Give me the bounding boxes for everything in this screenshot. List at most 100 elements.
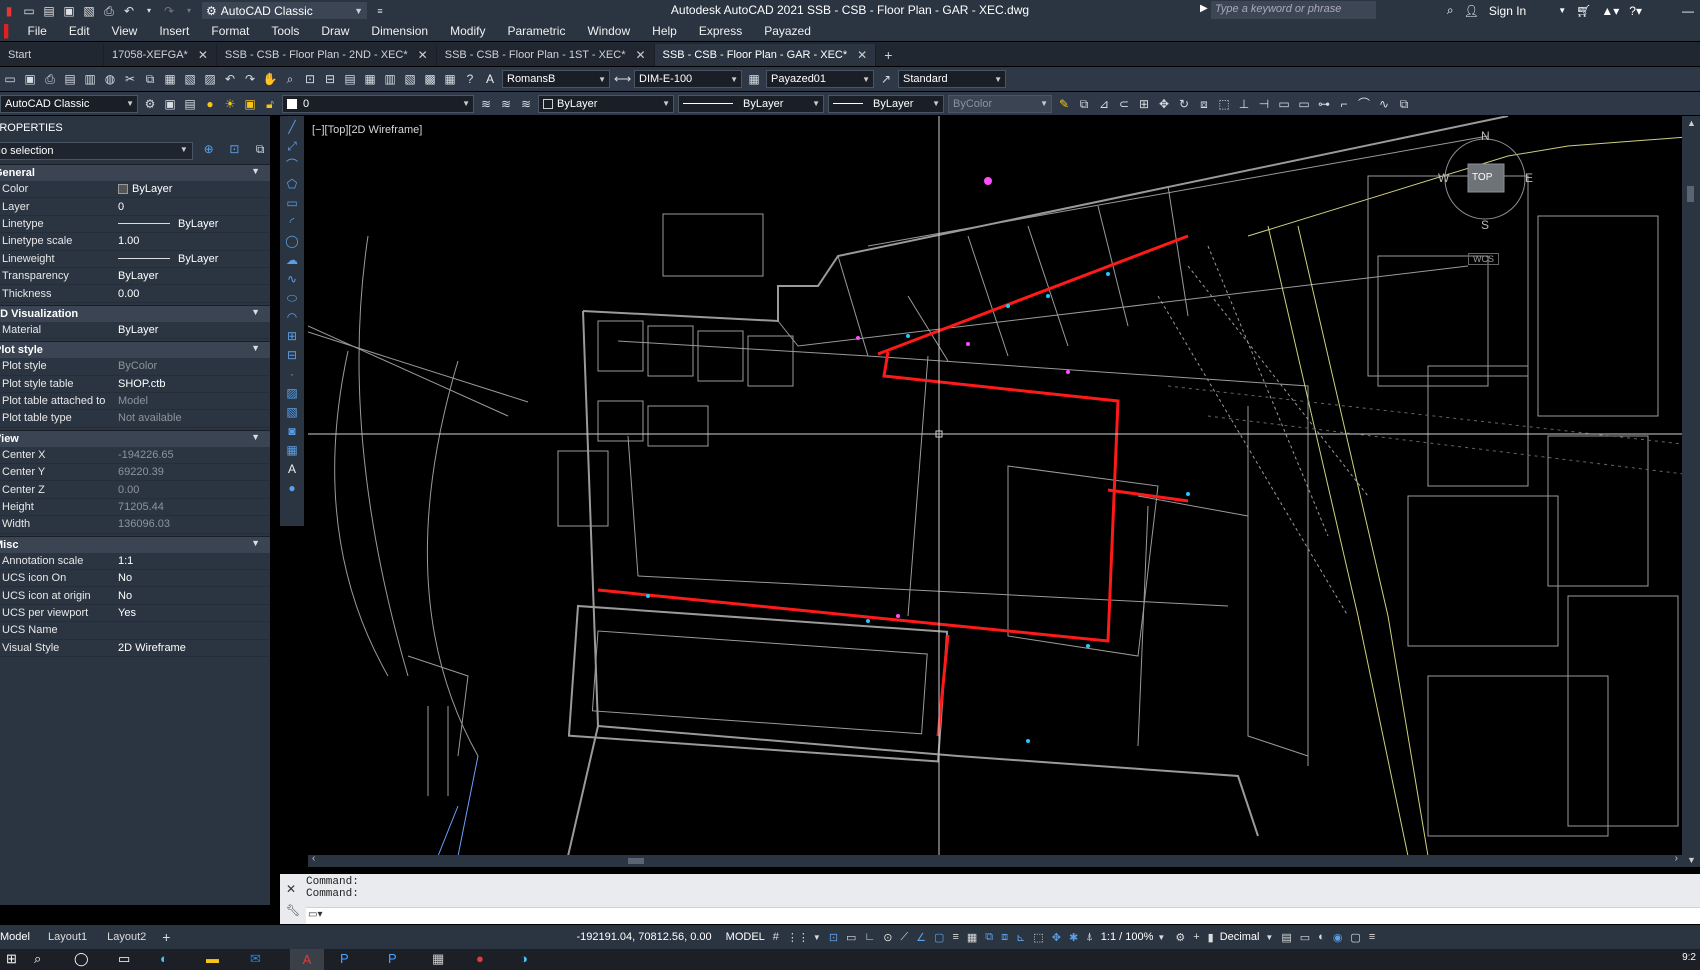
rectangle-icon[interactable]: ▭ — [284, 195, 300, 211]
property-value[interactable]: 0.00 — [118, 288, 270, 300]
viewport-controls[interactable]: [−][Top][2D Wireframe] — [312, 124, 422, 136]
match-properties-icon[interactable]: ▧ — [182, 71, 198, 87]
tab-gar[interactable]: SSB - CSB - Floor Plan - GAR - XEC* ✕ — [654, 44, 877, 66]
drawing-canvas[interactable]: TOP N S E W WCS — [308, 116, 1700, 856]
mtext-icon[interactable]: A — [284, 461, 300, 477]
minimize-icon[interactable]: — — [1682, 4, 1694, 18]
dim-style-select[interactable]: DIM-E-100 ▼ — [634, 70, 742, 88]
scroll-thumb[interactable] — [1687, 186, 1694, 202]
menu-insert[interactable]: Insert — [148, 24, 200, 38]
close-icon[interactable]: ✕ — [418, 48, 428, 62]
search-icon[interactable]: ⌕ — [1447, 3, 1454, 18]
menu-tools[interactable]: Tools — [260, 24, 310, 38]
menu-format[interactable]: Format — [200, 24, 260, 38]
plotstyle-select[interactable]: ByColor ▼ — [948, 94, 1052, 113]
offset-icon[interactable]: ⊂ — [1116, 96, 1132, 112]
viewcube-top[interactable]: TOP — [1472, 172, 1492, 183]
chevron-down-icon[interactable]: ▼ — [1157, 933, 1165, 942]
property-row[interactable]: Visual Style 2D Wireframe — [0, 640, 270, 657]
new-tab-button[interactable]: + — [876, 44, 900, 66]
section-header-3d-visualization[interactable]: 3D Visualization ▼ — [0, 304, 270, 322]
project-icon[interactable]: P — [388, 951, 397, 966]
customization-icon[interactable]: ≡ — [1369, 931, 1375, 943]
scroll-thumb[interactable] — [628, 858, 644, 864]
gear-icon[interactable]: ⚙ — [142, 96, 158, 112]
insert-block-icon[interactable]: ⊞ — [284, 328, 300, 344]
lineweight-icon[interactable]: ≡ — [952, 931, 958, 943]
workspace-select-2[interactable]: AutoCAD Classic ▼ — [0, 94, 138, 113]
move-icon[interactable]: ✥ — [1156, 96, 1172, 112]
save-icon[interactable]: ▣ — [62, 4, 76, 18]
workspace-settings-icon[interactable]: ▣ — [162, 96, 178, 112]
toggle-pickadd-icon[interactable]: ⊕ — [201, 141, 217, 157]
property-row[interactable]: Center Y 69220.39 — [0, 464, 270, 482]
help-icon[interactable]: ?▾ — [1629, 4, 1642, 18]
property-row[interactable]: Material ByLayer — [0, 322, 270, 340]
select-objects-icon[interactable]: ⊡ — [227, 141, 243, 157]
zoom-realtime-icon[interactable]: ⌕ — [282, 71, 298, 87]
save-icon[interactable]: ▣ — [22, 71, 38, 87]
tab-layout1[interactable]: Layout1 — [38, 931, 97, 943]
save-as-icon[interactable]: ▧ — [82, 4, 96, 18]
layer-lock-icon[interactable]: 🔓︎ — [262, 96, 278, 112]
hatch-icon[interactable]: ▨ — [284, 385, 300, 401]
tab-start[interactable]: Start — [0, 44, 104, 66]
scale-icon[interactable]: ⧈ — [1196, 96, 1212, 112]
property-row[interactable]: Thickness 0.00 — [0, 285, 270, 303]
property-row[interactable]: Height 71205.44 — [0, 499, 270, 517]
property-value[interactable]: Yes — [118, 607, 270, 619]
scroll-down-icon[interactable]: ▼ — [1687, 855, 1696, 865]
menu-window[interactable]: Window — [576, 24, 641, 38]
design-center-icon[interactable]: ▦ — [362, 71, 378, 87]
mleader-style-select[interactable]: Standard ▼ — [898, 70, 1006, 88]
viewcube-south[interactable]: S — [1481, 218, 1489, 232]
annotation-scale[interactable]: 1:1 / 100% — [1101, 931, 1154, 943]
tab-model[interactable]: Model — [0, 931, 38, 943]
point-icon[interactable]: · — [284, 366, 300, 382]
arc-icon[interactable]: ◜ — [284, 214, 300, 230]
redo-dropdown-icon[interactable]: ▾ — [182, 4, 196, 18]
annotation-monitor-icon[interactable]: + — [1193, 931, 1199, 943]
scroll-left-icon[interactable]: ‹ — [312, 853, 315, 864]
property-row[interactable]: Annotation scale 1:1 — [0, 553, 270, 571]
property-row[interactable]: Color ByLayer — [0, 181, 270, 199]
autocad-logo-icon[interactable]: ▌ — [0, 24, 17, 38]
mleader-style-icon[interactable]: ↗ — [878, 71, 894, 87]
zoom-previous-icon[interactable]: ⊟ — [322, 71, 338, 87]
property-row[interactable]: Plot table attached to Model — [0, 393, 270, 411]
units-value[interactable]: Decimal — [1220, 931, 1260, 943]
erase-icon[interactable]: ✎ — [1056, 96, 1072, 112]
property-row[interactable]: UCS icon at origin No — [0, 587, 270, 605]
property-value[interactable]: 71205.44 — [118, 501, 270, 513]
edge-icon[interactable]: ◐ — [160, 951, 168, 966]
open-icon[interactable]: ▭ — [2, 71, 18, 87]
search-input[interactable]: Type a keyword or phrase — [1211, 1, 1376, 19]
property-value[interactable]: 1.00 — [118, 235, 270, 247]
property-row[interactable]: Plot style table SHOP.ctb — [0, 376, 270, 393]
snap-dropdown-icon[interactable]: ▼ — [813, 933, 821, 942]
property-value[interactable]: ByLayer — [118, 218, 270, 230]
blend-curves-icon[interactable]: ∿ — [1376, 96, 1392, 112]
object-snap-tracking-icon[interactable]: ∠ — [916, 931, 926, 944]
isolate-objects-icon[interactable]: ◐ — [1318, 931, 1325, 943]
layer-select[interactable]: 0 ▼ — [282, 94, 474, 113]
annotation-visibility-icon[interactable]: ✱ — [1069, 931, 1078, 944]
menu-modify[interactable]: Modify — [439, 24, 496, 38]
menu-express[interactable]: Express — [688, 24, 753, 38]
make-current-icon[interactable]: ≋ — [478, 96, 494, 112]
spline-icon[interactable]: ∿ — [284, 271, 300, 287]
extend-icon[interactable]: ⊣ — [1256, 96, 1272, 112]
selection-cycling-icon[interactable]: ⧉ — [985, 931, 993, 944]
cart-icon[interactable]: 🛒︎ — [1576, 4, 1591, 18]
property-row[interactable]: Lineweight ByLayer — [0, 251, 270, 268]
property-row[interactable]: Width 136096.03 — [0, 516, 270, 534]
gizmo-icon[interactable]: ✥ — [1052, 931, 1061, 944]
layer-viewport-icon[interactable]: ▣ — [242, 96, 258, 112]
property-value[interactable]: ByLayer — [118, 253, 270, 265]
scroll-up-icon[interactable]: ▲ — [1687, 118, 1696, 128]
coordinates-readout[interactable]: -192191.04, 70812.56, 0.00 — [576, 931, 711, 943]
property-value[interactable]: 2D Wireframe — [118, 642, 270, 654]
selection-dropdown[interactable]: No selection ▼ — [0, 142, 193, 160]
property-value[interactable]: -194226.65 — [118, 449, 270, 461]
task-view-icon[interactable]: ▭ — [118, 951, 130, 967]
